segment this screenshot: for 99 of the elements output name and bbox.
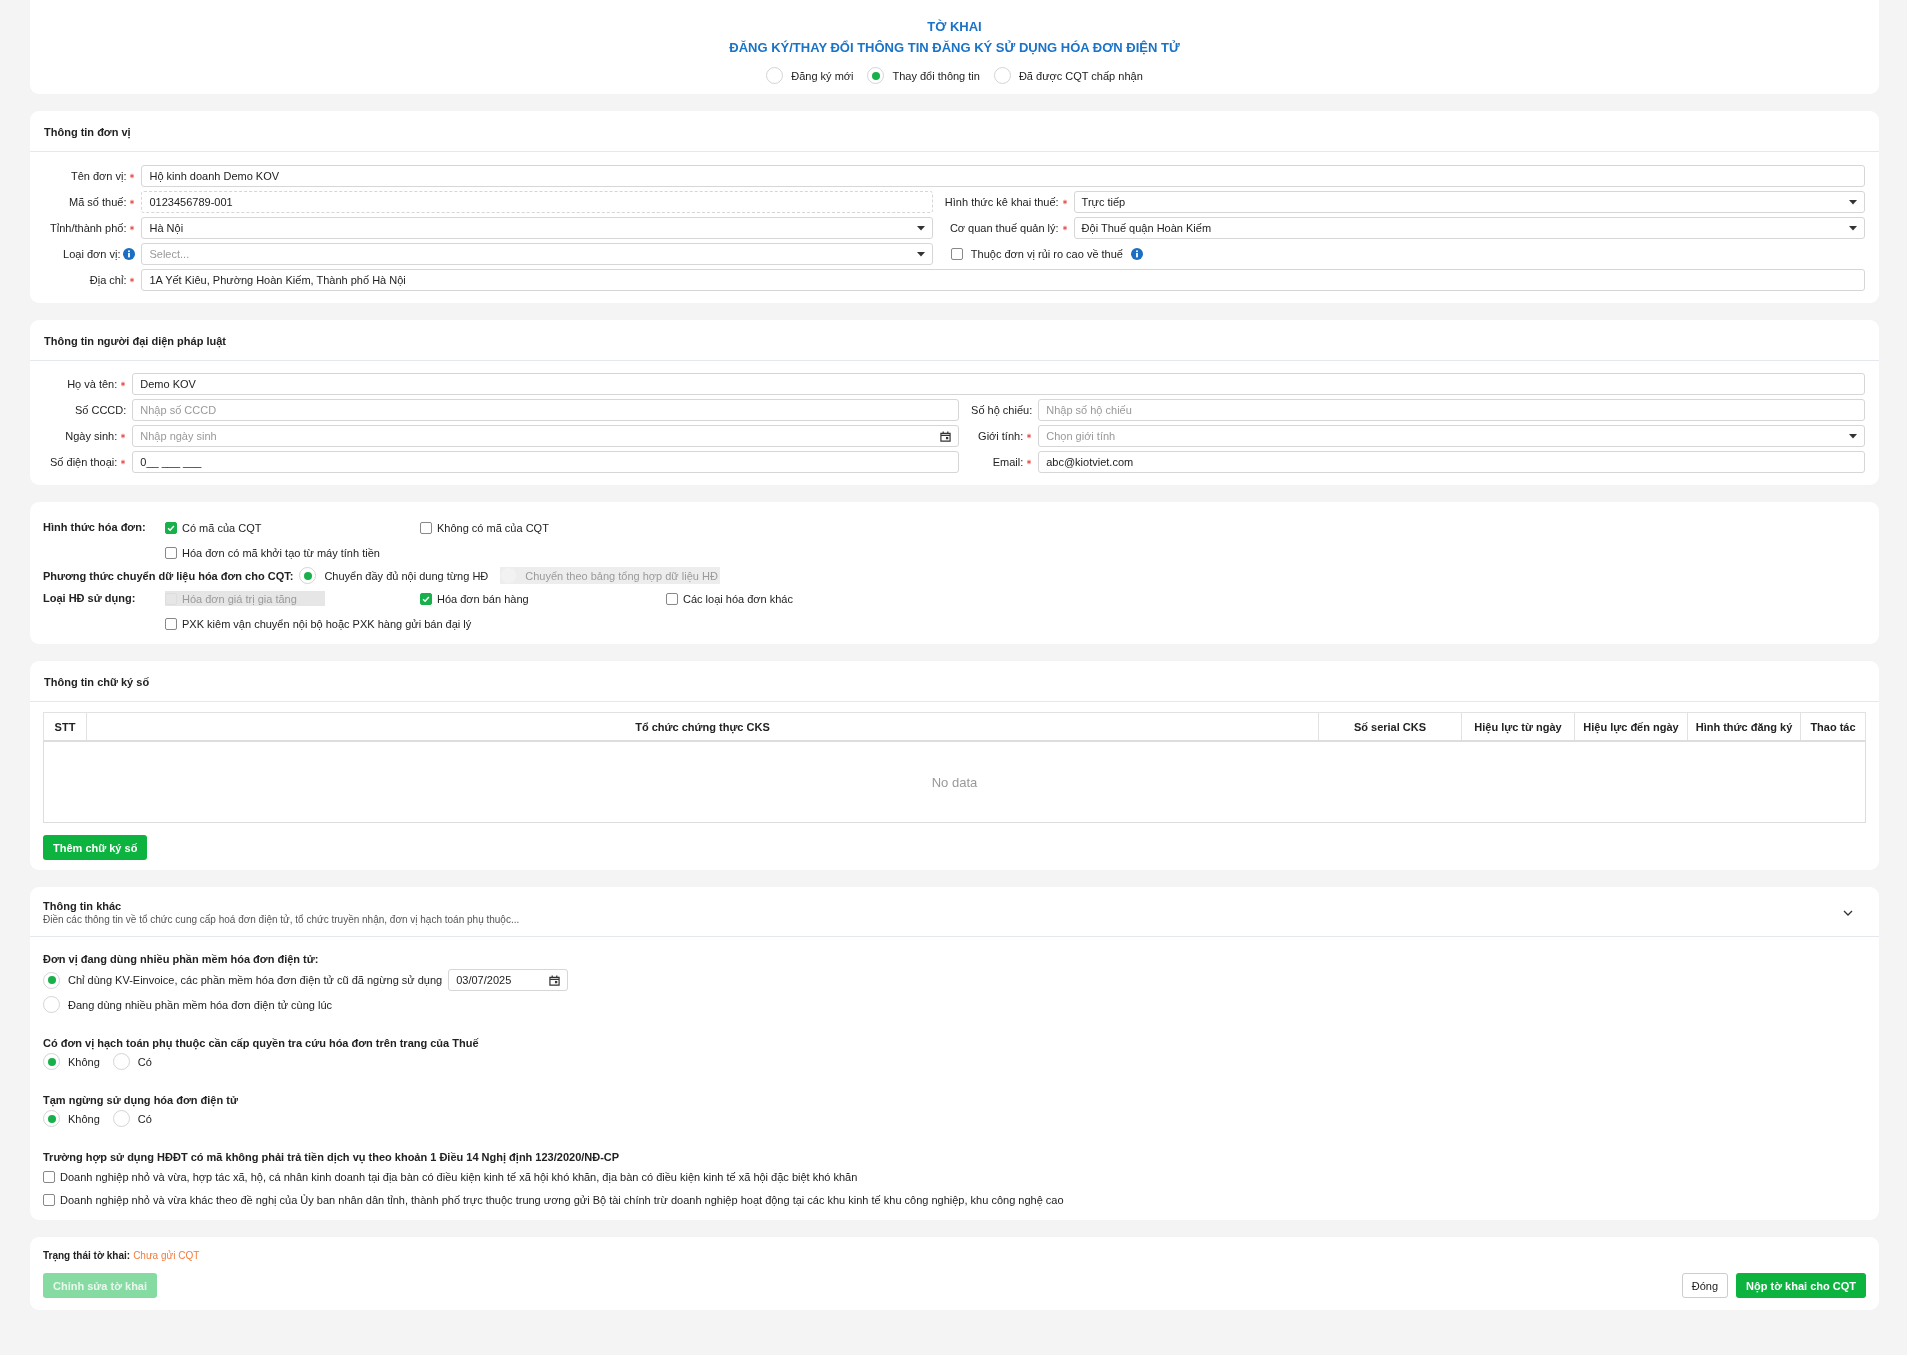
form-title: TỜ KHAI	[927, 19, 982, 34]
field-label: Họ và tên:	[67, 378, 118, 390]
checkbox-label: Hóa đơn giá trị gia tăng	[182, 592, 297, 605]
radio-label: Có	[137, 1055, 152, 1068]
checkbox-label: Không có mã của CQT	[437, 521, 549, 534]
info-icon[interactable]	[1131, 248, 1143, 260]
input-field[interactable]: 0123456789-001	[141, 191, 933, 213]
radio-label: Không	[68, 1055, 100, 1068]
select-field[interactable]: Trực tiếp	[1073, 191, 1865, 213]
checkbox[interactable]	[420, 592, 432, 605]
date-field[interactable]: 03/07/2025	[448, 969, 569, 991]
checkbox[interactable]	[43, 1194, 55, 1206]
input-field[interactable]: abc@kiotviet.com	[1038, 451, 1865, 473]
question-label: Đơn vị đang dùng nhiều phần mềm hóa đơn điện tử:	[43, 953, 320, 965]
question-label: Có đơn vị hạch toán phụ thuộc cần cấp quyền tra cứu hóa đơn trên trang của Thuế	[43, 1037, 480, 1049]
radio-label: Có	[137, 1112, 152, 1125]
form-subtitle: ĐĂNG KÝ/THAY ĐỔI THÔNG TIN ĐĂNG KÝ SỬ DỤNG HÓA ĐƠN ĐIỆN TỬ	[729, 40, 1180, 55]
field-label: Địa chỉ:	[89, 274, 127, 286]
section-title: Thông tin khác	[43, 900, 123, 912]
checkbox[interactable]	[666, 592, 678, 605]
column-header: Hiệu lực đến ngày	[1574, 712, 1688, 741]
radio-button[interactable]	[112, 1110, 130, 1127]
checkbox-label: Các loại hóa đơn khác	[683, 592, 793, 605]
field-label: Tỉnh/thành phố:	[50, 222, 127, 234]
caret-icon	[916, 251, 925, 257]
radio-button[interactable]	[112, 1053, 130, 1070]
radio-label: Không	[68, 1112, 100, 1125]
column-header: STT	[43, 712, 87, 741]
status-value: Chưa gửi CQT	[133, 1250, 200, 1261]
radio-label: Đăng ký mới	[791, 69, 854, 82]
section-title: Thông tin đơn vị	[44, 126, 131, 138]
field-label: Số hộ chiếu:	[971, 404, 1033, 416]
radio-button[interactable]	[43, 996, 60, 1013]
radio-button[interactable]	[766, 67, 784, 84]
field-label: Số CCCD:	[74, 404, 127, 416]
column-header: Hình thức đăng ký	[1687, 712, 1801, 741]
checkbox-label: Có mã của CQT	[182, 521, 262, 534]
section-title: Thông tin chữ ký số	[44, 676, 150, 688]
field-label: Giới tính:	[978, 430, 1024, 442]
field-label: Số điện thoại:	[50, 456, 118, 468]
checkbox-label: Doanh nghiệp nhỏ và vừa, hợp tác xã, hộ, cá nhân kinh doanh tại địa bàn có điều kiện kinh tế xã hội khó khăn, địa bàn có điều kiện kinh tế xã hội đặc biệt khó khăn	[60, 1171, 858, 1183]
checkbox[interactable]	[43, 1171, 55, 1183]
checkbox-label: Doanh nghiệp nhỏ và vừa khác theo đề nghị của Ủy ban nhân dân tỉnh, thành phố trực thuộc trung ương gửi Bộ tài chính trừ doanh nghiệp hoạt động tại các khu kinh tế khu công nghiệp, khu công nghệ cao	[60, 1194, 1064, 1206]
column-header: Tổ chức chứng thực CKS	[86, 712, 1319, 741]
field-label: Loại đơn vị:	[63, 248, 121, 260]
calendar-icon	[940, 430, 952, 442]
radio-button[interactable]	[993, 67, 1011, 84]
info-icon[interactable]	[123, 248, 136, 260]
caret-icon	[916, 225, 925, 231]
field-label: Mã số thuế:	[68, 196, 127, 208]
radio-button[interactable]	[299, 567, 317, 584]
checkbox-label: PXK kiêm vận chuyển nội bộ hoặc PXK hàng gửi bán đại lý	[182, 617, 472, 630]
checkbox-label: Hóa đơn bán hàng	[437, 592, 529, 605]
question-label: Trường hợp sử dụng HĐĐT có mã không phải trả tiền dịch vụ theo khoản 1 Điều 14 Nghị định 123/2020/NĐ-CP	[43, 1151, 621, 1163]
radio-label: Chỉ dùng KV-Einvoice, các phần mềm hóa đơn điện tử cũ đã ngừng sử dụng	[68, 974, 443, 986]
group-label: Loại HĐ sử dụng:	[43, 591, 137, 604]
chevron-icon[interactable]	[1843, 909, 1853, 916]
input-field[interactable]: Demo KOV	[132, 373, 1865, 395]
radio-label: Đã được CQT chấp nhận	[1018, 69, 1143, 82]
question-label: Tạm ngừng sử dụng hóa đơn điện tử	[43, 1094, 239, 1106]
field-label: Hình thức kê khai thuế:	[944, 196, 1059, 208]
section-title: Thông tin người đại diện pháp luật	[44, 335, 226, 347]
field-label: Ngày sinh:	[65, 430, 118, 442]
group-label: Hình thức hóa đơn:	[43, 520, 147, 533]
group-label: Phương thức chuyển dữ liệu hóa đơn cho CQT:	[43, 569, 294, 582]
checkbox[interactable]	[165, 546, 177, 559]
radio-button[interactable]	[43, 971, 60, 989]
caret-icon	[1849, 225, 1857, 231]
close-button[interactable]: Đóng	[1681, 1273, 1729, 1298]
input-field[interactable]: Hộ kinh doanh Demo KOV	[141, 165, 1865, 187]
field-label: Tên đơn vị:	[70, 170, 127, 182]
checkbox-label: Hóa đơn có mã khởi tạo từ máy tính tiền	[182, 546, 380, 559]
radio-label: Chuyển theo bảng tổng hợp dữ liệu HĐ	[525, 569, 718, 582]
input-field[interactable]: 1A Yết Kiêu, Phường Hoàn Kiếm, Thành phố Hà Nội	[141, 269, 1865, 291]
caret-icon	[1849, 433, 1857, 439]
column-header: Thao tác	[1800, 712, 1866, 741]
radio-button[interactable]	[43, 1053, 60, 1070]
radio-button[interactable]	[43, 1110, 60, 1127]
checkbox-label: Thuộc đơn vị rủi ro cao về thuế	[970, 248, 1123, 260]
radio-label: Thay đổi thông tin	[892, 69, 980, 82]
field-label: Cơ quan thuế quản lý:	[949, 222, 1059, 234]
select-field[interactable]: Hà Nội	[141, 217, 933, 239]
field-label: Email:	[992, 456, 1024, 468]
checkbox[interactable]	[165, 617, 177, 630]
section-subtitle: Điền các thông tin về tổ chức cung cấp hoá đơn điện tử, tổ chức truyền nhận, đơn vị hạch toán phụ thuộc...	[43, 914, 520, 925]
radio-label: Đang dùng nhiều phần mềm hóa đơn điện tử cùng lúc	[68, 998, 333, 1011]
radio-label: Chuyển đầy đủ nội dung từng HĐ	[324, 569, 489, 582]
status-label: Trạng thái tờ khai:	[43, 1250, 131, 1261]
column-header: Hiệu lực từ ngày	[1461, 712, 1575, 741]
input-field[interactable]: 0__ ___ ___	[132, 451, 960, 473]
checkbox[interactable]	[950, 248, 963, 260]
radio-button[interactable]	[867, 67, 885, 84]
checkbox[interactable]	[420, 521, 432, 534]
select-field[interactable]: Đội Thuế quận Hoàn Kiếm	[1073, 217, 1865, 239]
caret-icon	[1849, 199, 1857, 205]
calendar-icon	[549, 974, 561, 986]
column-header: Số serial CKS	[1318, 712, 1462, 741]
empty-message: No data	[931, 774, 978, 790]
checkbox[interactable]	[165, 521, 177, 534]
